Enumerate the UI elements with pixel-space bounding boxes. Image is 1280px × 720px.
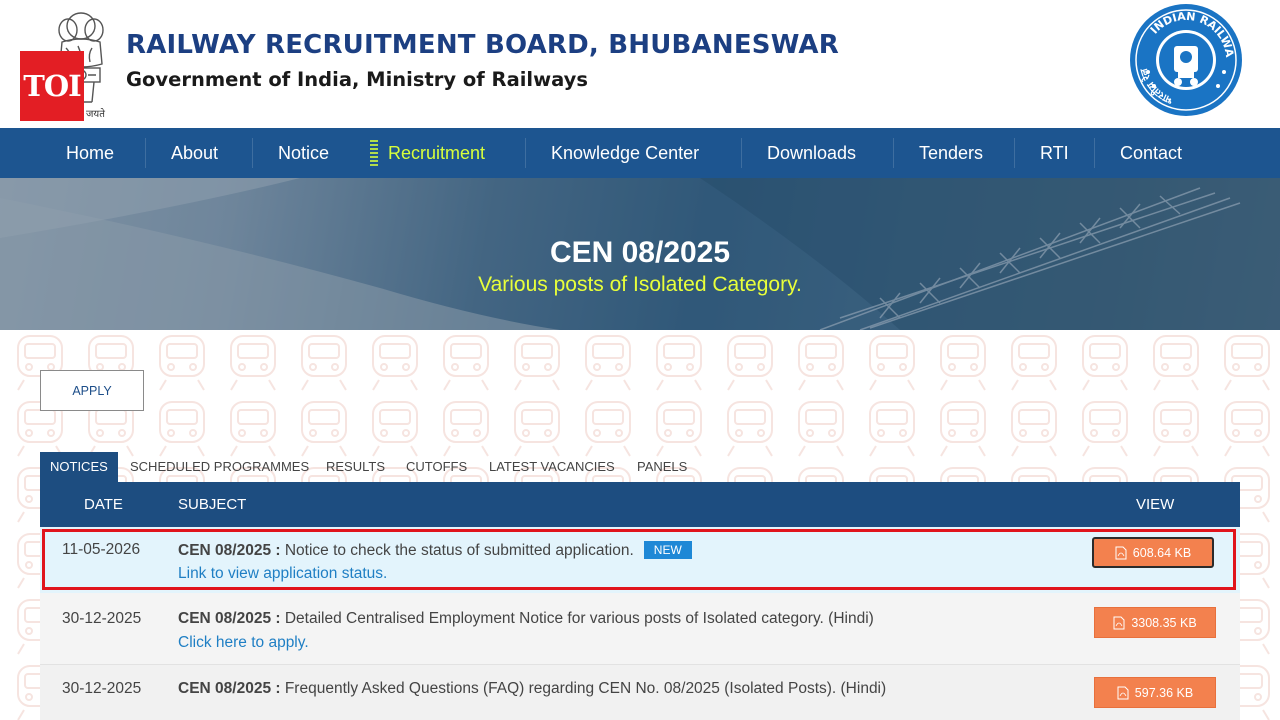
table-row: 30-12-2025 CEN 08/2025 : Frequently Aske… <box>40 665 1240 720</box>
row-code: CEN 08/2025 : <box>178 542 281 559</box>
tab-scheduled-programmes[interactable]: SCHEDULED PROGRAMMES <box>130 452 309 482</box>
banner-title: CEN 08/2025 <box>549 236 731 269</box>
row-subject-text: Notice to check the status of submitted … <box>280 542 634 559</box>
site-header: TOI जयते RAILWAY RECRUITMENT BOARD, BHUB… <box>0 0 1280 128</box>
page-title: RAILWAY RECRUITMENT BOARD, BHUBANESWAR <box>126 30 839 60</box>
new-badge: NEW <box>643 541 692 559</box>
tab-notices[interactable]: NOTICES <box>40 452 118 482</box>
tab-latest-vacancies[interactable]: LATEST VACANCIES <box>489 452 615 482</box>
toi-badge: TOI <box>20 51 84 121</box>
nav-rti[interactable]: RTI <box>1040 128 1069 178</box>
nav-divider <box>252 138 253 168</box>
nav-divider <box>893 138 894 168</box>
apply-link[interactable]: Click here to apply. <box>178 634 309 652</box>
row-code: CEN 08/2025 : <box>178 610 281 627</box>
main-nav: Home About Notice Recruitment Knowledge … <box>0 128 1280 178</box>
nav-recruitment[interactable]: Recruitment <box>388 128 485 178</box>
tab-results[interactable]: RESULTS <box>326 452 385 482</box>
row-subject-text: Detailed Centralised Employment Notice f… <box>280 610 874 627</box>
page-subtitle: Government of India, Ministry of Railway… <box>126 68 588 91</box>
pdf-file-icon <box>1117 686 1129 699</box>
nav-home[interactable]: Home <box>66 128 114 178</box>
tab-panels[interactable]: PANELS <box>637 452 687 482</box>
column-header-date: DATE <box>84 496 123 513</box>
apply-button[interactable]: APPLY <box>40 370 144 411</box>
row-date: 30-12-2025 <box>62 680 142 697</box>
nav-divider <box>145 138 146 168</box>
pdf-download-button[interactable]: 608.64 KB <box>1092 537 1214 568</box>
nav-about[interactable]: About <box>171 128 218 178</box>
nav-divider <box>741 138 742 168</box>
row-subject: CEN 08/2025 : Notice to check the status… <box>178 541 692 560</box>
menu-lines-icon <box>370 140 378 166</box>
pdf-file-icon <box>1113 616 1125 629</box>
table-row: 30-12-2025 CEN 08/2025 : Detailed Centra… <box>40 593 1240 665</box>
nav-knowledge-center[interactable]: Knowledge Center <box>551 128 699 178</box>
column-header-view: VIEW <box>1136 496 1175 513</box>
file-size: 597.36 KB <box>1134 685 1194 700</box>
column-header-subject: SUBJECT <box>178 496 247 513</box>
indian-railways-logo-icon: INDIAN RAILWAYS भारतीय रेल <box>1128 2 1242 116</box>
tab-cutoffs[interactable]: CUTOFFS <box>406 452 467 482</box>
nav-divider <box>1094 138 1095 168</box>
pdf-download-button[interactable]: 3308.35 KB <box>1094 607 1216 638</box>
row-date: 11-05-2026 <box>62 541 141 558</box>
nav-downloads[interactable]: Downloads <box>767 128 856 178</box>
row-subject: CEN 08/2025 : Detailed Centralised Emplo… <box>178 610 874 628</box>
row-subject-text: Frequently Asked Questions (FAQ) regardi… <box>280 680 887 697</box>
file-size: 3308.35 KB <box>1131 615 1197 630</box>
page-banner: CEN 08/2025 Various posts of Isolated Ca… <box>0 178 1280 330</box>
row-code: CEN 08/2025 : <box>178 680 281 697</box>
table-row: 11-05-2026 CEN 08/2025 : Notice to check… <box>40 527 1240 593</box>
row-subject: CEN 08/2025 : Frequently Asked Questions… <box>178 680 886 698</box>
application-status-link[interactable]: Link to view application status. <box>178 565 387 583</box>
nav-divider <box>1014 138 1015 168</box>
nav-notice[interactable]: Notice <box>278 128 329 178</box>
table-header: DATE SUBJECT VIEW <box>40 482 1240 527</box>
row-date: 30-12-2025 <box>62 610 142 627</box>
pdf-file-icon <box>1115 546 1127 559</box>
nav-divider <box>525 138 526 168</box>
nav-contact[interactable]: Contact <box>1120 128 1182 178</box>
banner-subtitle: Various posts of Isolated Category. <box>478 273 802 296</box>
nav-tenders[interactable]: Tenders <box>919 128 983 178</box>
emblem-motto: जयते <box>86 109 105 120</box>
file-size: 608.64 KB <box>1132 545 1192 560</box>
pdf-download-button[interactable]: 597.36 KB <box>1094 677 1216 708</box>
